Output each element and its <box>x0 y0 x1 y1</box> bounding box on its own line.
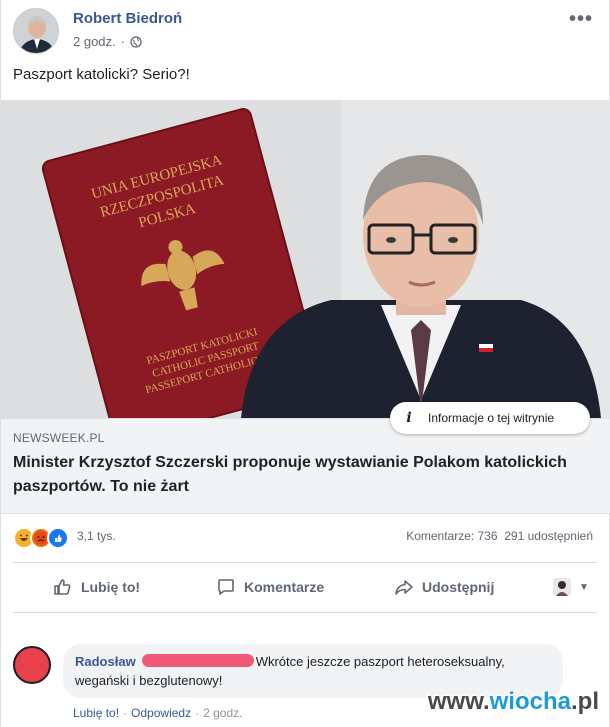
info-icon: i <box>406 410 412 426</box>
redacted-surname <box>141 654 254 667</box>
comment-actions: Lubię to! · Odpowiedz · 2 godz. <box>73 706 243 720</box>
post-meta: 2 godz. · <box>73 34 142 49</box>
profile-thumbnail-icon <box>553 578 571 596</box>
globe-icon <box>130 35 142 48</box>
site-info-button[interactable]: i Informacje o tej witrynie <box>390 402 590 434</box>
post-text: Paszport katolicki? Serio?! <box>13 66 190 83</box>
share-label: Udostępnij <box>422 579 495 595</box>
reactions-summary[interactable] <box>13 527 69 549</box>
author-name[interactable]: Robert Biedroń <box>73 10 182 27</box>
watermark: www.wiocha.pl <box>427 688 599 715</box>
shares-count[interactable]: 291 udostępnień <box>504 529 593 543</box>
chevron-down-icon: ▼ <box>579 581 589 593</box>
comment-reply-link[interactable]: Odpowiedz <box>131 706 191 720</box>
commenter-avatar[interactable] <box>13 646 51 684</box>
share-arrow-icon <box>395 580 413 595</box>
site-info-label: Informacje o tej witrynie <box>428 411 555 425</box>
speech-bubble-icon <box>218 579 234 595</box>
author-avatar[interactable] <box>13 8 59 54</box>
comment-button[interactable]: Komentarze <box>216 577 324 597</box>
like-label: Lubię to! <box>81 579 141 595</box>
reaction-count[interactable]: 3,1 tys. <box>77 529 116 543</box>
divider <box>13 562 597 563</box>
action-bar: Lubię to! Komentarze Udostępnij ▼ <box>13 567 597 607</box>
comment-label: Komentarze <box>244 579 325 595</box>
facebook-post: Robert Biedroń 2 godz. · ••• Paszport ka… <box>0 0 610 727</box>
post-header: Robert Biedroń 2 godz. · ••• <box>13 8 597 58</box>
link-preview-image[interactable]: UNIA EUROPEJSKA RZECZPOSPOLITA POLSKA PA… <box>1 100 610 418</box>
divider <box>13 612 597 613</box>
more-options-icon[interactable]: ••• <box>569 8 593 31</box>
link-domain: NEWSWEEK.PL <box>13 431 105 445</box>
post-stats: 3,1 tys. Komentarze: 736 291 udostępnień <box>13 522 593 552</box>
like-reaction-icon <box>47 527 69 549</box>
reaction-profile-switcher[interactable]: ▼ <box>553 578 589 596</box>
commenter-name[interactable]: Radosław <box>75 654 136 669</box>
share-button[interactable]: Udostępnij <box>394 577 494 597</box>
post-time[interactable]: 2 godz. <box>73 34 116 49</box>
like-button[interactable]: Lubię to! <box>53 577 140 597</box>
link-headline[interactable]: Minister Krzysztof Szczerski proponuje w… <box>13 451 597 499</box>
comments-shares: Komentarze: 736 291 udostępnień <box>406 529 593 543</box>
comment-time[interactable]: 2 godz. <box>203 706 242 720</box>
thumbs-up-icon <box>54 579 71 595</box>
comments-count[interactable]: Komentarze: 736 <box>406 529 497 543</box>
comment-like-link[interactable]: Lubię to! <box>73 706 119 720</box>
comment-text: Wkrótce jeszcze paszport heteroseksualny… <box>75 654 505 688</box>
